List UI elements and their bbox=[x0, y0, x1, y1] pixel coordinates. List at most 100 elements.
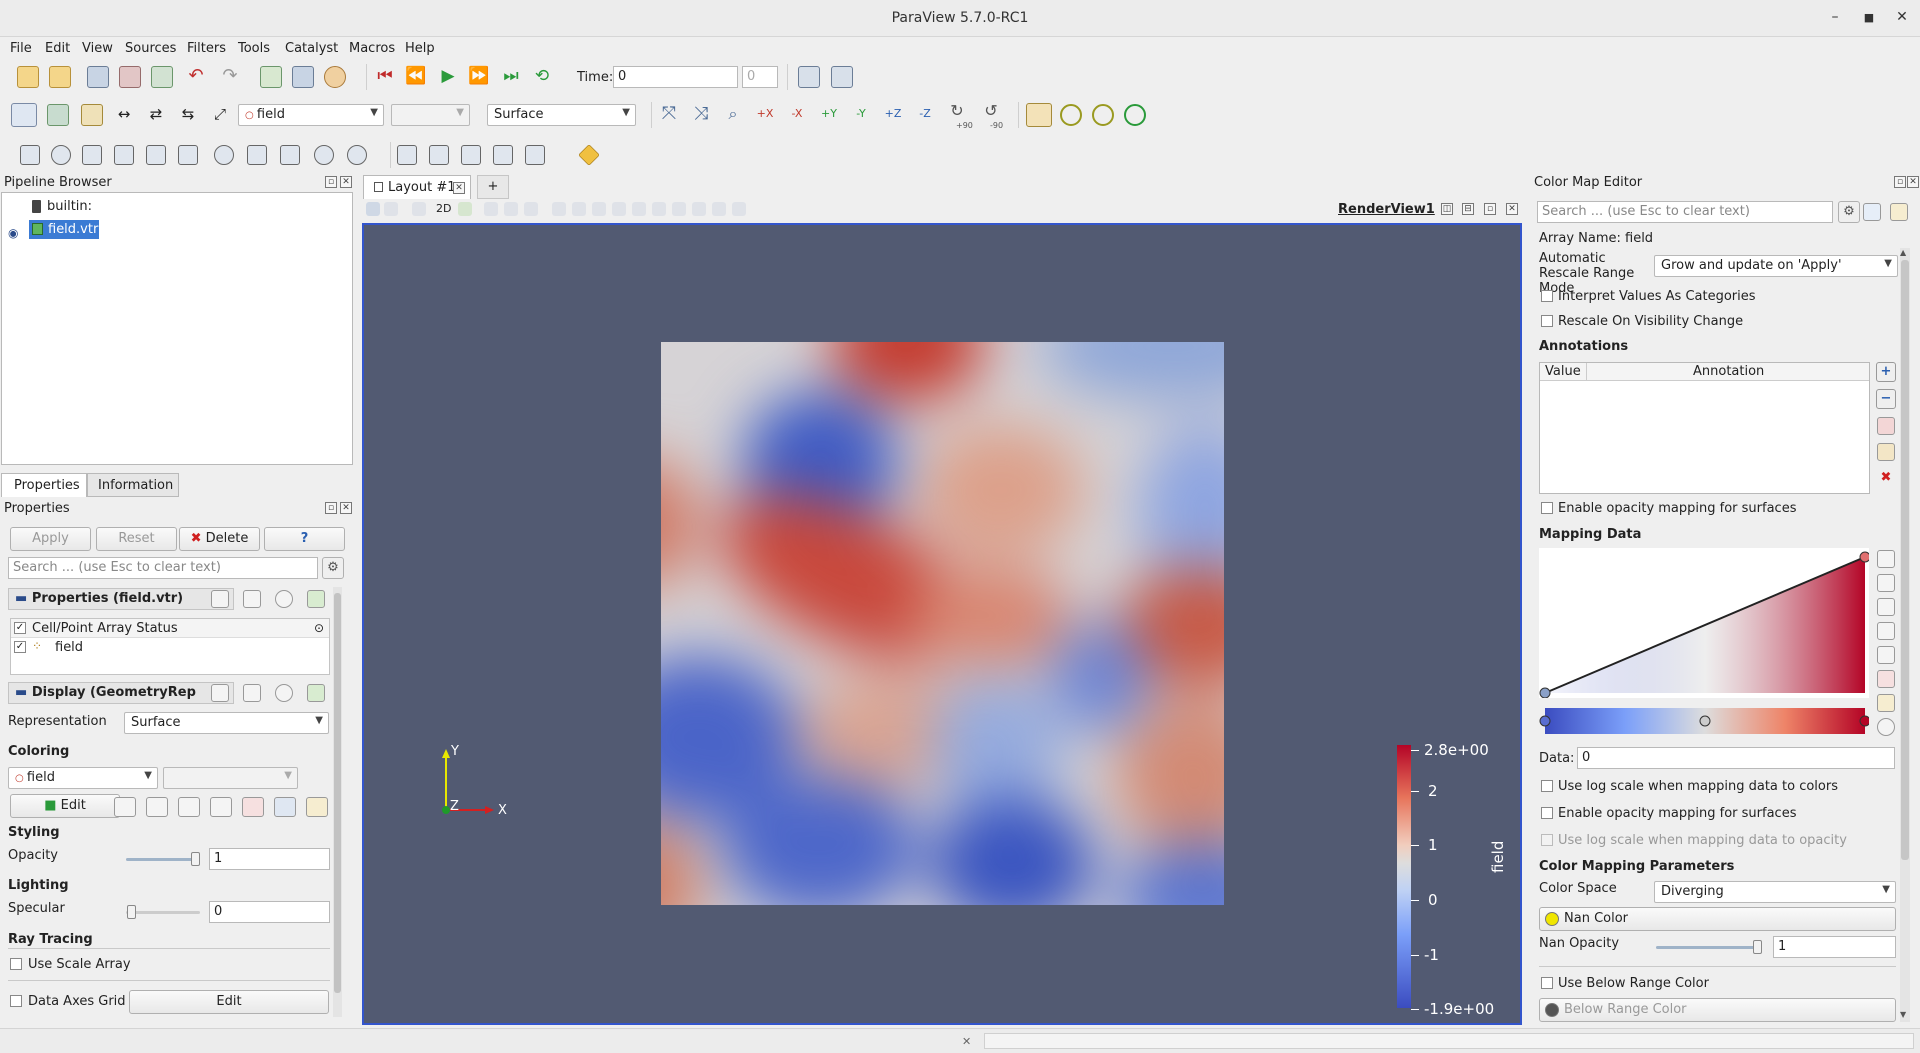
float-panel-icon[interactable]: ▫ bbox=[325, 176, 337, 188]
save-defaults-icon[interactable] bbox=[307, 590, 325, 608]
render-view[interactable]: Y Z X 2.8e+00 2 1 0 -1 -1.9e+00 field bbox=[362, 223, 1522, 1025]
rescale-range-icon[interactable] bbox=[146, 797, 168, 817]
favorite-presets-icon[interactable] bbox=[242, 797, 264, 817]
reset-center-icon[interactable] bbox=[1092, 104, 1114, 126]
nan-opacity-slider[interactable] bbox=[1656, 946, 1757, 949]
paste-properties-icon[interactable] bbox=[243, 590, 261, 608]
menu-tools[interactable]: Tools bbox=[238, 41, 270, 56]
properties-search-input[interactable]: Search ... (use Esc to clear text) bbox=[8, 557, 318, 579]
data-value-input[interactable]: 0 bbox=[1577, 747, 1895, 769]
reset-session-icon[interactable] bbox=[292, 66, 314, 88]
rescale-custom-range-icon[interactable]: ⇄ bbox=[145, 104, 167, 126]
color-legend-bar[interactable] bbox=[1397, 745, 1411, 1008]
choose-preset-cme-icon[interactable] bbox=[1877, 670, 1895, 688]
auto-rescale-combo[interactable]: Grow and update on 'Apply' ▼ bbox=[1654, 255, 1898, 277]
copy-display-icon[interactable] bbox=[211, 684, 229, 702]
extract-level-icon[interactable] bbox=[347, 145, 367, 165]
opacity-transfer-function-editor[interactable] bbox=[1539, 548, 1869, 698]
extract-subset-icon[interactable] bbox=[178, 145, 198, 165]
view-minus-y-icon[interactable]: -Y bbox=[850, 104, 872, 126]
hover-cells-icon[interactable] bbox=[712, 202, 726, 216]
rescale-data-range-icon[interactable]: ↔ bbox=[113, 104, 135, 126]
select-frustum-points-icon[interactable] bbox=[552, 202, 566, 216]
find-data-icon[interactable] bbox=[798, 66, 820, 88]
opacity-point-max[interactable] bbox=[1859, 551, 1869, 563]
opacity-point-min[interactable] bbox=[1539, 687, 1551, 698]
delete-button[interactable]: ✖ Delete bbox=[179, 527, 260, 551]
last-frame-icon[interactable]: ⏭ bbox=[500, 66, 522, 88]
previous-frame-icon[interactable]: ⏪ bbox=[405, 66, 427, 88]
close-panel-icon[interactable]: ✕ bbox=[340, 176, 352, 188]
edit-legend-icon[interactable] bbox=[306, 797, 328, 817]
advanced-cme-gear-icon[interactable] bbox=[1877, 718, 1895, 736]
save-display-icon[interactable] bbox=[307, 684, 325, 702]
nan-color-button[interactable]: Nan Color bbox=[1539, 907, 1896, 931]
invert-transfer-function-icon[interactable] bbox=[1877, 646, 1895, 664]
reset-range-icon[interactable] bbox=[81, 104, 103, 126]
split-horizontal-icon[interactable]: ◫ bbox=[1441, 203, 1453, 215]
advanced-properties-gear-icon[interactable]: ⚙ bbox=[322, 557, 344, 579]
first-frame-icon[interactable]: ⏮ bbox=[374, 66, 396, 88]
view-plus-y-icon[interactable]: +Y bbox=[818, 104, 840, 126]
save-preset-icon[interactable] bbox=[1890, 203, 1908, 221]
rescale-custom-icon[interactable] bbox=[178, 797, 200, 817]
interaction-mode-icon[interactable] bbox=[458, 202, 472, 216]
tab-information[interactable]: Information bbox=[87, 473, 179, 497]
status-close-icon[interactable]: ✕ bbox=[962, 1035, 971, 1048]
tab-layout-1[interactable]: Layout #1 ✕ bbox=[363, 175, 471, 199]
menu-file[interactable]: File bbox=[10, 41, 32, 56]
slice-icon[interactable] bbox=[114, 145, 134, 165]
close-tab-icon[interactable]: ✕ bbox=[453, 182, 465, 194]
select-block-icon[interactable] bbox=[461, 145, 481, 165]
open-recent-icon[interactable] bbox=[49, 66, 71, 88]
specular-slider[interactable] bbox=[126, 911, 200, 914]
log-scale-opacity-checkbox[interactable] bbox=[1541, 834, 1553, 846]
menu-macros[interactable]: Macros bbox=[349, 41, 395, 56]
interactive-select-points-icon[interactable] bbox=[612, 202, 626, 216]
tab-properties[interactable]: Properties bbox=[1, 473, 87, 497]
maximize-icon[interactable]: ■ bbox=[1860, 11, 1878, 24]
menu-catalyst[interactable]: Catalyst bbox=[285, 41, 338, 56]
clear-annotations-icon[interactable]: ✖ bbox=[1877, 470, 1895, 488]
zoom-to-data-icon[interactable]: ⤨ bbox=[690, 104, 712, 126]
remove-annotation-icon[interactable]: − bbox=[1876, 389, 1896, 409]
coloring-component-combo[interactable]: ▼ bbox=[163, 767, 298, 789]
select-surface-cells-icon[interactable] bbox=[484, 202, 498, 216]
representation-select[interactable]: Surface ▼ bbox=[487, 104, 636, 126]
specular-slider-handle[interactable] bbox=[127, 905, 136, 919]
rescale-visible-cme-icon[interactable] bbox=[1877, 622, 1895, 640]
menu-view[interactable]: View bbox=[82, 41, 113, 56]
nan-opacity-slider-handle[interactable] bbox=[1753, 940, 1762, 954]
connect-icon[interactable] bbox=[260, 66, 282, 88]
nan-opacity-input[interactable]: 1 bbox=[1773, 936, 1896, 958]
log-scale-colors-checkbox[interactable] bbox=[1541, 780, 1553, 792]
color-transfer-function-editor[interactable] bbox=[1539, 706, 1869, 738]
close-view-icon[interactable]: ✕ bbox=[1506, 203, 1518, 215]
color-palette-icon[interactable] bbox=[324, 66, 346, 88]
cme-search-input[interactable]: Search ... (use Esc to clear text) bbox=[1537, 201, 1833, 223]
hover-points-icon[interactable] bbox=[525, 145, 545, 165]
calculator-icon[interactable] bbox=[20, 145, 40, 165]
display-section-header[interactable]: ▬ Display (GeometryRep bbox=[8, 682, 234, 704]
properties-scrollbar-thumb[interactable] bbox=[334, 593, 341, 993]
menu-help[interactable]: Help bbox=[405, 41, 435, 56]
rotate-minus-90-icon[interactable]: ↺ -90 bbox=[980, 102, 1003, 131]
add-active-values-icon[interactable] bbox=[1877, 417, 1895, 435]
rescale-visibility-checkbox[interactable] bbox=[1541, 315, 1553, 327]
color-point-mid[interactable] bbox=[1699, 715, 1711, 727]
rescale-temporal-range-icon[interactable]: ⇆ bbox=[177, 104, 199, 126]
view-minus-z-icon[interactable]: -Z bbox=[914, 104, 936, 126]
specular-input[interactable]: 0 bbox=[209, 901, 330, 923]
properties-scrollbar[interactable] bbox=[333, 587, 342, 1017]
field-surface-plot[interactable] bbox=[661, 342, 1224, 905]
restore-defaults-icon[interactable] bbox=[275, 590, 293, 608]
maximize-view-icon[interactable]: ▫ bbox=[1484, 203, 1496, 215]
use-scale-array-checkbox[interactable] bbox=[10, 958, 22, 970]
camera-undo-icon[interactable] bbox=[384, 202, 398, 216]
add-annotation-icon[interactable]: + bbox=[1876, 362, 1896, 382]
pick-center-icon[interactable] bbox=[1124, 104, 1146, 126]
close-icon[interactable]: ✕ bbox=[1893, 9, 1911, 25]
camera-redo-icon[interactable] bbox=[412, 202, 426, 216]
float-cme-icon[interactable]: ▫ bbox=[1894, 176, 1906, 188]
rescale-temporal-icon[interactable] bbox=[210, 797, 232, 817]
